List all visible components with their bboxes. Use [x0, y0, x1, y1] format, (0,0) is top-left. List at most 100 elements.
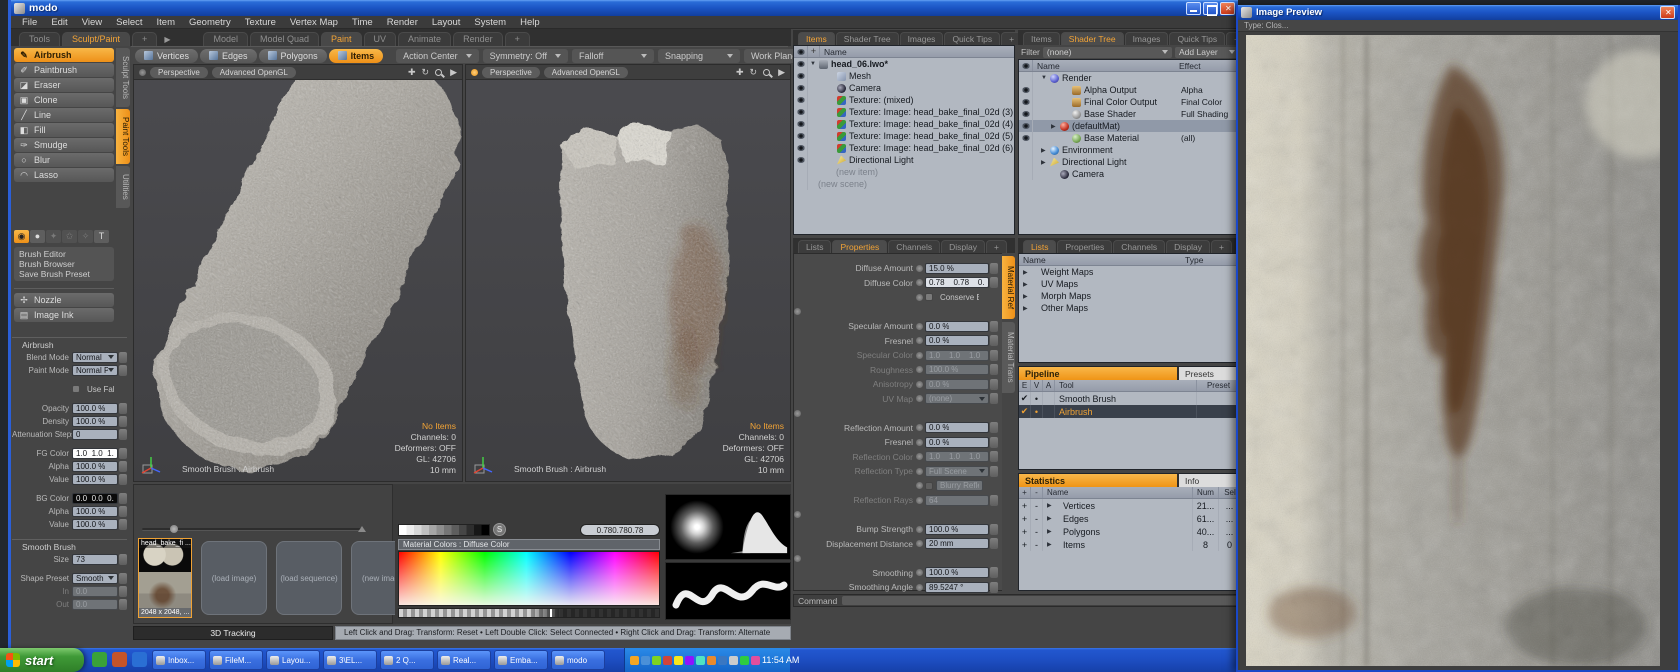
taskbar-button[interactable]: Real...: [437, 650, 491, 670]
expand-arrow-icon[interactable]: ▶: [1023, 305, 1031, 312]
property-field[interactable]: 64: [925, 495, 989, 506]
value-spinner[interactable]: [990, 451, 998, 462]
mode-button[interactable]: Items: [329, 49, 384, 63]
value-spinner[interactable]: [990, 277, 998, 288]
value-spinner[interactable]: [119, 506, 127, 517]
expand-arrow-icon[interactable]: ▶: [1023, 293, 1031, 300]
taskbar-button[interactable]: Layou...: [266, 650, 320, 670]
value-spinner[interactable]: [990, 466, 998, 477]
preview-close-button[interactable]: [1660, 6, 1675, 19]
workspace-tab[interactable]: Paint: [321, 32, 362, 46]
value-spinner[interactable]: [990, 335, 998, 346]
property-field[interactable]: 100.0 %: [925, 364, 989, 375]
value-spinner[interactable]: [119, 461, 127, 472]
auto-cell[interactable]: [1043, 405, 1055, 418]
property-field[interactable]: 89.5247 °: [925, 582, 989, 593]
value-spinner[interactable]: [990, 263, 998, 274]
menu-item[interactable]: Geometry: [182, 17, 238, 28]
expand-arrow-icon[interactable]: ▼: [1041, 75, 1049, 81]
procedural-brush-icon[interactable]: ✦: [46, 230, 61, 243]
close-button[interactable]: [1220, 2, 1235, 15]
value-spinner[interactable]: [119, 416, 127, 427]
mode-button[interactable]: Edges: [200, 49, 257, 63]
property-field[interactable]: 100.0 %: [925, 567, 989, 578]
workspace-tab[interactable]: Model Quad: [250, 32, 319, 46]
zoom-icon[interactable]: [435, 69, 442, 76]
quick-launch-icon[interactable]: [92, 652, 107, 667]
property-field[interactable]: Normal: [72, 352, 118, 363]
panel-tab[interactable]: Quick Tips: [944, 32, 1000, 45]
item-tree-row[interactable]: Texture: Image: head_bake_final_02d (5): [794, 130, 1014, 142]
tab-scroll-arrow-icon[interactable]: ▶: [159, 35, 175, 46]
quick-launch-icon[interactable]: [112, 652, 127, 667]
preview-toolbar[interactable]: Type: Clos...: [1238, 20, 1678, 32]
visibility-eye-icon[interactable]: [794, 94, 808, 106]
checkbox[interactable]: [72, 385, 80, 393]
taskbar-button[interactable]: modo: [551, 650, 605, 670]
shader-tree-row[interactable]: ▶ (defaultMat): [1019, 120, 1241, 132]
sidebar-vertical-tab[interactable]: Sculpt Tools: [116, 48, 130, 107]
channel-knob-icon[interactable]: [916, 468, 923, 475]
property-field[interactable]: 100.0 %: [72, 474, 118, 485]
property-field[interactable]: 0.0: [72, 599, 118, 610]
tool-button[interactable]: ○Blur: [14, 153, 114, 167]
auto-cell[interactable]: [1043, 392, 1055, 405]
preview-titlebar[interactable]: Image Preview: [1238, 5, 1678, 20]
workspace-tab[interactable]: Animate: [398, 32, 451, 46]
checkbox[interactable]: [925, 293, 933, 301]
viewport-renderer-button[interactable]: Advanced OpenGL: [544, 67, 628, 78]
property-field[interactable]: 0.0 %: [925, 422, 989, 433]
preview-texture-image[interactable]: [1246, 35, 1660, 666]
panel-tab[interactable]: Shader Tree: [836, 32, 899, 45]
tracking-mode-bar[interactable]: 3D Tracking: [133, 626, 333, 640]
filter-dropdown[interactable]: (none): [1043, 47, 1172, 58]
taskbar-button[interactable]: 3\EL...: [323, 650, 377, 670]
shader-tree-row[interactable]: ▶ Directional Light: [1019, 156, 1241, 168]
grayscale-swatches[interactable]: [398, 524, 490, 536]
tray-icon[interactable]: [652, 656, 661, 665]
select-plus-button[interactable]: +: [1019, 538, 1031, 551]
workspace-tab[interactable]: +: [505, 32, 530, 46]
statistics-row[interactable]: + - ▶Items 8 0: [1019, 538, 1241, 551]
visibility-eye-icon[interactable]: [794, 154, 808, 166]
viewport-right[interactable]: Perspective Advanced OpenGL ✚ ↻ ▶: [465, 64, 791, 482]
select-plus-button[interactable]: +: [1019, 512, 1031, 525]
item-tree-row[interactable]: Texture: Image: head_bake_final_02d (4): [794, 118, 1014, 130]
tool-button[interactable]: ✑Smudge: [14, 138, 114, 152]
channel-knob-icon[interactable]: [916, 526, 923, 533]
panel-tab[interactable]: Items: [798, 32, 835, 45]
tray-icon[interactable]: [674, 656, 683, 665]
expand-arrow-icon[interactable]: ▶: [1051, 123, 1059, 130]
tool-button[interactable]: ◠Lasso: [14, 168, 114, 182]
tray-icon[interactable]: [630, 656, 639, 665]
value-spinner[interactable]: [119, 493, 127, 504]
info-tab[interactable]: Info: [1177, 474, 1241, 487]
select-plus-button[interactable]: +: [1019, 499, 1031, 512]
channel-knob-icon[interactable]: [916, 569, 923, 576]
item-tree-row[interactable]: Texture: (mixed): [794, 94, 1014, 106]
value-spinner[interactable]: [990, 524, 998, 535]
channel-knob-icon[interactable]: [916, 424, 923, 431]
item-tree-row[interactable]: Texture: Image: head_bake_final_02d (6): [794, 142, 1014, 154]
menu-item[interactable]: View: [75, 17, 109, 28]
visibility-eye-icon[interactable]: [1019, 72, 1033, 84]
panel-tab[interactable]: Display: [1166, 240, 1210, 253]
property-field[interactable]: Blurry Reflection: [936, 480, 983, 491]
value-spinner[interactable]: [990, 567, 998, 578]
name-column-header[interactable]: Name: [1033, 61, 1179, 71]
expand-arrow-icon[interactable]: ▼: [810, 61, 818, 67]
visibility-eye-icon[interactable]: [794, 70, 808, 82]
value-spinner[interactable]: [119, 586, 127, 597]
visibility-eye-icon[interactable]: [1019, 168, 1033, 180]
workspace-tab[interactable]: Render: [453, 32, 503, 46]
panel-tab[interactable]: Images: [1125, 32, 1169, 45]
hard-brush-icon[interactable]: ●: [30, 230, 45, 243]
channel-knob-icon[interactable]: [916, 381, 923, 388]
color-gradient[interactable]: [398, 551, 660, 606]
list-row[interactable]: ▶ Morph Maps: [1019, 290, 1241, 302]
tray-icon[interactable]: [685, 656, 694, 665]
add-layer-dropdown[interactable]: Add Layer: [1175, 47, 1239, 58]
rotate-icon[interactable]: ↻: [750, 67, 758, 78]
tray-icon[interactable]: [740, 656, 749, 665]
channel-knob-icon[interactable]: [916, 395, 923, 402]
